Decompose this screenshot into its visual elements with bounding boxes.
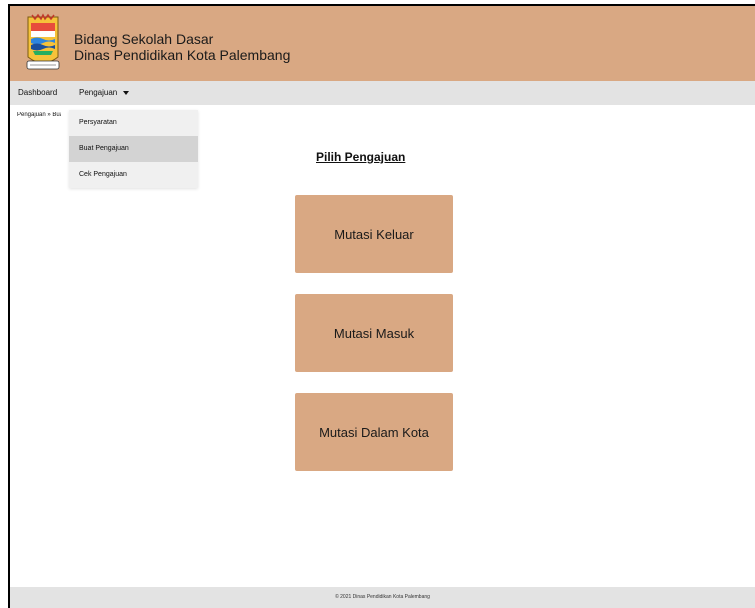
caret-down-icon bbox=[122, 90, 129, 95]
menu-item-buat-pengajuan[interactable]: Buat Pengajuan bbox=[69, 136, 198, 162]
main-navbar: Dashboard Pengajuan bbox=[10, 81, 755, 105]
mutasi-masuk-label: Mutasi Masuk bbox=[333, 325, 415, 341]
breadcrumb: Pengajuan » Buat Pengajuan bbox=[17, 112, 61, 118]
mutasi-dalam-kota-button[interactable]: Mutasi Dalam Kota bbox=[295, 393, 453, 471]
pengajuan-dropdown-menu: Persyaratan Buat Pengajuan Cek Pengajuan bbox=[69, 110, 198, 188]
mutasi-masuk-button[interactable]: Mutasi Masuk bbox=[295, 294, 453, 372]
menu-item-persyaratan[interactable]: Persyaratan bbox=[69, 110, 198, 136]
mutasi-keluar-button[interactable]: Mutasi Keluar bbox=[295, 195, 453, 273]
brand-line-1: Bidang Sekolah Dasar bbox=[74, 31, 214, 47]
mutasi-keluar-label: Mutasi Keluar bbox=[334, 226, 414, 242]
nav-pengajuan-label: Pengajuan bbox=[79, 88, 118, 97]
menu-item-cek-pengajuan[interactable]: Cek Pengajuan bbox=[69, 162, 198, 188]
page-title: Pilih Pengajuan bbox=[316, 150, 406, 164]
nav-dashboard[interactable]: Dashboard bbox=[18, 81, 57, 105]
mutasi-dalam-kota-label: Mutasi Dalam Kota bbox=[319, 424, 429, 440]
nav-pengajuan-dropdown[interactable]: Pengajuan bbox=[79, 81, 129, 105]
site-footer: © 2021 Dinas Pendidikan Kota Palembang bbox=[10, 587, 755, 608]
nav-dashboard-label: Dashboard bbox=[18, 88, 58, 97]
brand-line-2: Dinas Pendidikan Kota Palembang bbox=[74, 47, 291, 63]
city-emblem-logo bbox=[24, 13, 62, 73]
footer-copyright: © 2021 Dinas Pendidikan Kota Palembang bbox=[335, 594, 430, 600]
site-brand: Bidang Sekolah Dasar Dinas Pendidikan Ko… bbox=[74, 31, 290, 63]
